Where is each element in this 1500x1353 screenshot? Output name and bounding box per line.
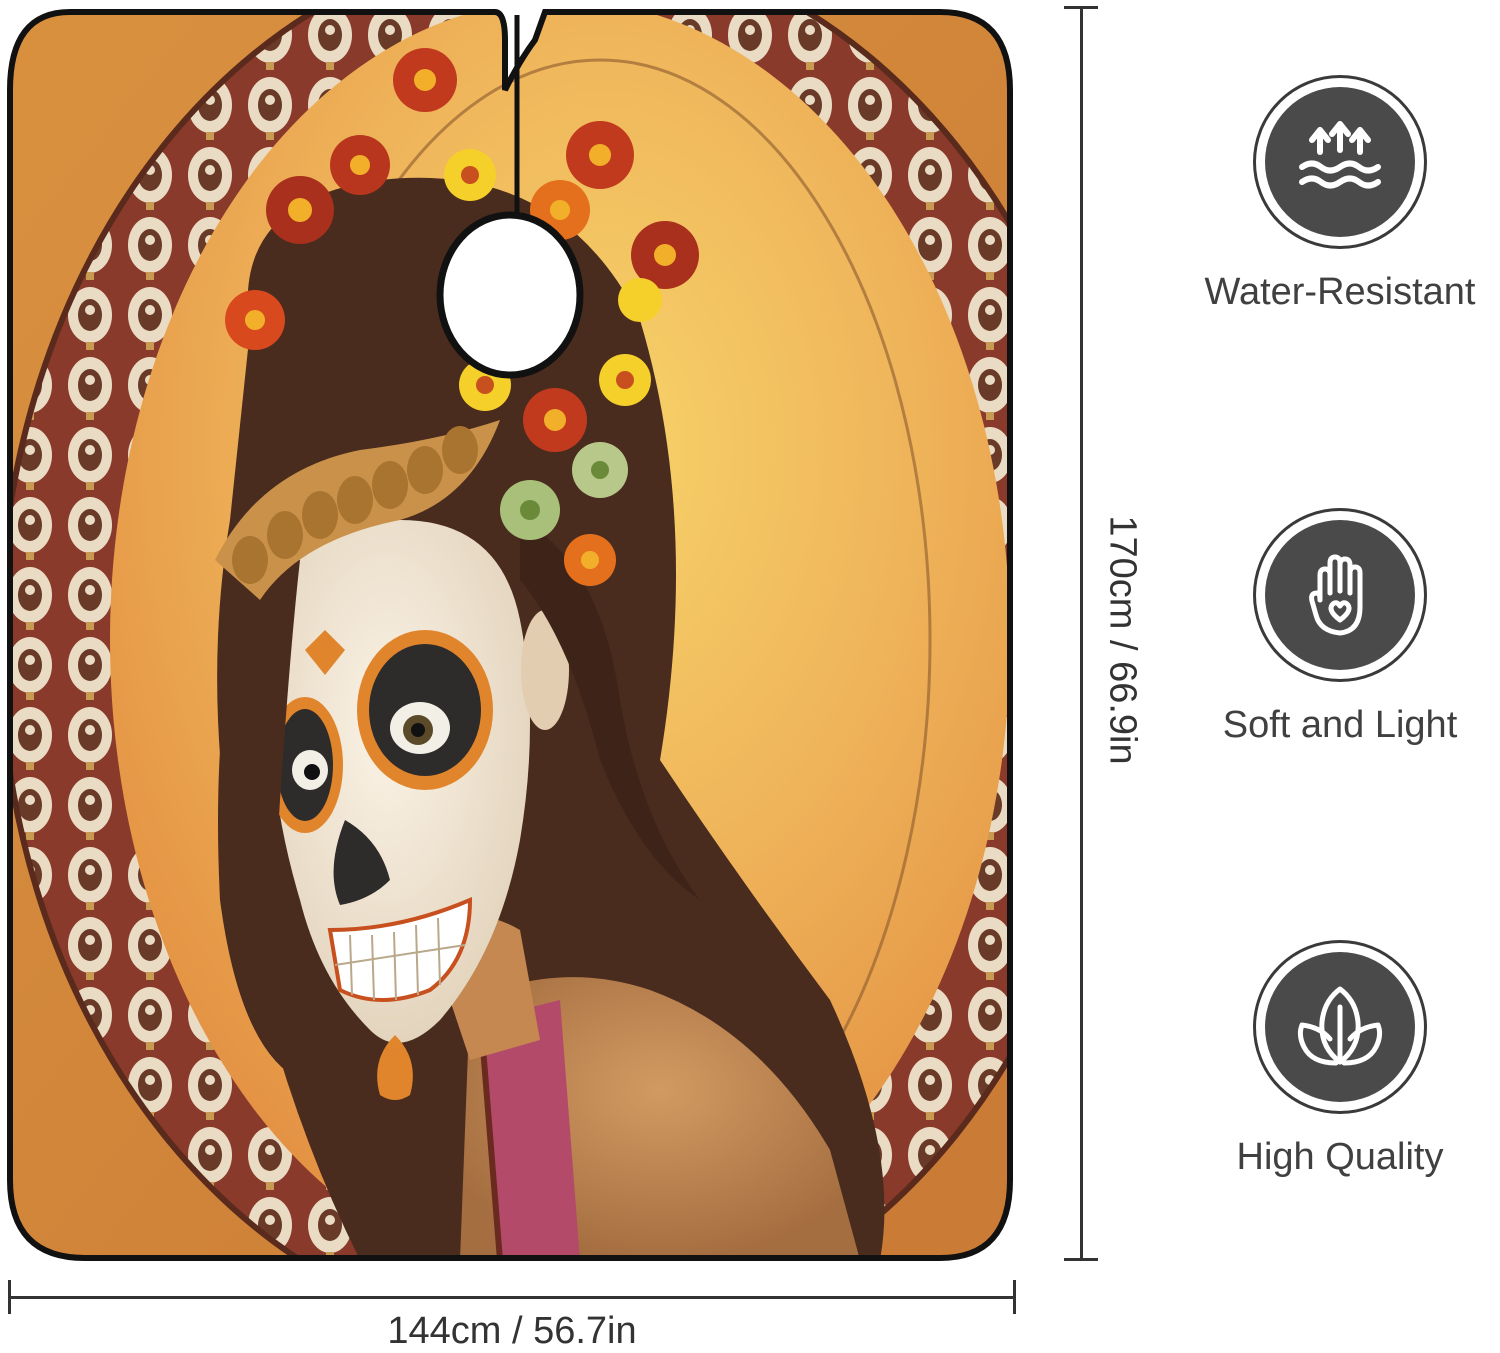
width-dimension-right-tick xyxy=(1013,1280,1016,1314)
feature-high-quality: High Quality xyxy=(1180,940,1500,1179)
feature-soft-and-light: Soft and Light xyxy=(1180,508,1500,747)
width-dimension-line xyxy=(8,1296,1016,1299)
hand-heart-icon xyxy=(1309,554,1363,636)
height-dimension-label-wrap: 170cm / 66.9in xyxy=(1098,500,1146,780)
water-resistant-icon xyxy=(1299,121,1381,189)
width-dimension-label: 144cm / 56.7in xyxy=(387,1310,637,1352)
feature-badge xyxy=(1253,75,1427,249)
feature-badge xyxy=(1253,508,1427,682)
leaves-icon xyxy=(1297,986,1383,1066)
height-dimension-line xyxy=(1080,6,1083,1261)
height-dimension-bottom-tick xyxy=(1064,1258,1098,1261)
width-dimension-left-tick xyxy=(8,1280,11,1314)
height-dimension-label: 170cm / 66.9in xyxy=(1101,515,1144,765)
feature-badge xyxy=(1253,940,1427,1114)
height-dimension-top-tick xyxy=(1064,6,1098,9)
barber-cape-illustration xyxy=(7,9,1013,1261)
feature-label: Soft and Light xyxy=(1222,704,1458,746)
feature-label: Water-Resistant xyxy=(1204,271,1476,313)
feature-water-resistant: Water-Resistant xyxy=(1180,75,1500,314)
feature-label: High Quality xyxy=(1236,1136,1444,1178)
